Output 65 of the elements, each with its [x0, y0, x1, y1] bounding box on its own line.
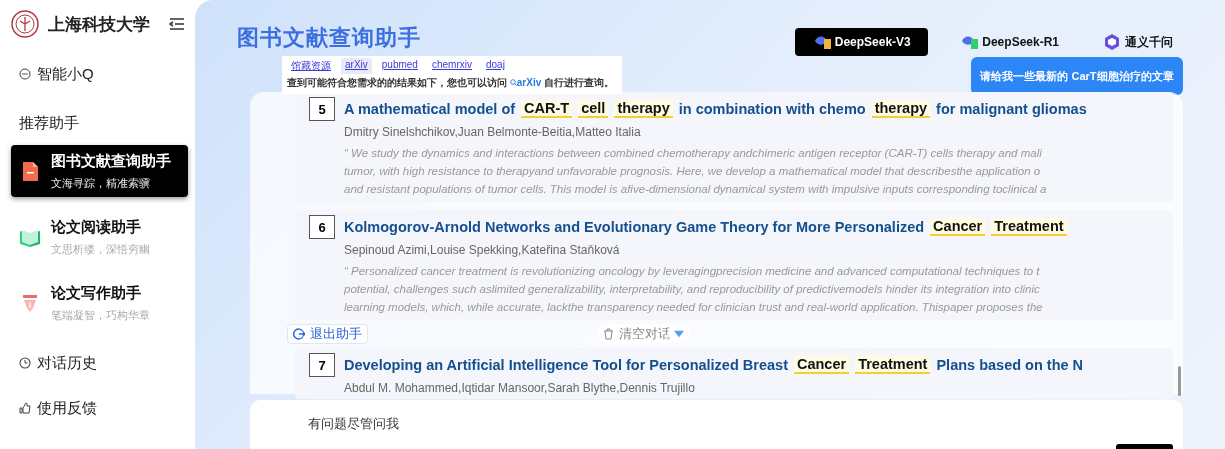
result-authors: Dmitry Sinelshchikov,Juan Belmonte-Beitia,Matteo Italia: [344, 125, 642, 139]
model-button[interactable]: 通义千问: [1091, 28, 1185, 56]
highlighted-keyword[interactable]: Cancer: [930, 217, 986, 236]
exit-icon: [293, 328, 305, 340]
source-tab[interactable]: chemrxiv: [427, 58, 476, 74]
scrollbar[interactable]: [1178, 366, 1181, 396]
exit-button[interactable]: 退出助手: [287, 324, 368, 344]
section-title: 推荐助手: [18, 114, 80, 133]
university-logo-icon: [11, 10, 39, 38]
highlighted-keyword[interactable]: Treatment: [991, 217, 1067, 236]
result-authors: Abdul M. Mohammed,Iqtidar Mansoor,Sarah Blythe,Dennis Trujillo: [344, 381, 696, 395]
history-link[interactable]: 对话历史: [11, 351, 195, 375]
abstract-line: “ We study the dynamics and interactions between combined chemotherapy andchimeric antigen receptor (CAR-T) cells therapy and mali: [344, 146, 1043, 161]
assistant-card[interactable]: 图书文献查询助手 文海寻踪，精准索骥: [11, 145, 188, 197]
abstract-line: potential, challenges such aslimited generalizability, interpretability, and reproducibility of predictivemodels hinder its integration into clinic: [344, 282, 1041, 297]
result-index: 6: [309, 215, 335, 239]
chat-input[interactable]: 有问题尽管问我: [308, 416, 408, 431]
thumbs-up-icon: [19, 402, 31, 414]
arxiv-link[interactable]: arXiv: [509, 77, 542, 88]
assistant-subtitle: 文思析缕，深悟穷幽: [51, 241, 150, 257]
abstract-line: and resistant populations of tumor cells. This model is afive-dimensional dynamical system with impulsive inputs corresponding toclinical a: [344, 182, 1048, 197]
highlighted-keyword[interactable]: Treatment: [855, 355, 931, 374]
prompt-bubble: 请给我一些最新的 CarT细胞治疗的文章: [971, 57, 1183, 95]
assistant-title: 论文写作助手: [51, 283, 142, 303]
chat-link[interactable]: 智能小Q: [11, 62, 195, 86]
triangle-down-icon: [674, 330, 684, 338]
feedback-link[interactable]: 使用反馈: [11, 396, 195, 420]
source-tab[interactable]: arXiv: [341, 58, 372, 74]
clock-icon: [19, 357, 31, 369]
abstract-line: “ Personalized cancer treatment is revolutionizing oncology by leveragingprecision medicine and advanced computational techniques to t: [344, 264, 1041, 279]
send-button[interactable]: [1116, 444, 1173, 449]
source-tab[interactable]: pubmed: [377, 58, 422, 74]
result-title-link[interactable]: A mathematical model of: [344, 100, 516, 117]
assistant-subtitle: 笔端凝智，巧构华章: [51, 307, 150, 323]
result-title-link[interactable]: in combination with chemo: [678, 100, 866, 117]
highlighted-keyword[interactable]: Cancer: [793, 355, 850, 374]
source-tab[interactable]: 馆藏资源: [287, 58, 335, 74]
result-index: 5: [309, 97, 335, 121]
result-title-link[interactable]: Developing an Artificial Intelligence Tool for Personalized Breast: [344, 356, 788, 373]
menu-icon[interactable]: [169, 17, 185, 31]
result-title-link[interactable]: for malignant gliomas: [936, 100, 1087, 117]
assistant-title: 论文阅读助手: [51, 217, 142, 237]
result-index: 7: [309, 353, 335, 377]
trash-icon: [603, 328, 614, 340]
assistant-title: 图书文献查询助手: [51, 151, 171, 171]
result-title-link[interactable]: Kolmogorov-Arnold Networks and Evolutionary Game Theory for More Personalized: [344, 218, 925, 235]
highlighted-keyword[interactable]: CAR-T: [521, 99, 573, 118]
model-button[interactable]: DeepSeek-V3: [795, 28, 929, 56]
abstract-line: tumor, with high resistance to therapyand unfavorable prognosis. Here, we develop a mathematical model that describesthe application o: [344, 164, 1042, 179]
brand-name: 上海科技大学: [48, 13, 150, 36]
abstract-line: learning models, which, while accurate, lackthe transparency needed for clinician trust and real-world application. Thispaper proposes the: [344, 300, 1044, 315]
scroll-down-button[interactable]: [668, 325, 690, 343]
result-message: 查到可能符合您需求的的结果如下，您也可以访问 arXiv 自行进行查询。: [287, 76, 616, 90]
highlighted-keyword[interactable]: cell: [578, 99, 609, 118]
assistant-subtitle: 文海寻踪，精准索骥: [51, 175, 151, 191]
highlighted-keyword[interactable]: therapy: [871, 99, 931, 118]
source-tab[interactable]: doaj: [481, 58, 509, 74]
model-button[interactable]: DeepSeek-R1: [948, 28, 1071, 56]
result-title-link[interactable]: Plans based on the N: [936, 356, 1084, 373]
assistant-card[interactable]: 论文阅读助手 文思析缕，深悟穷幽: [11, 211, 188, 263]
assistant-card[interactable]: 论文写作助手 笔端凝智，巧构华章: [11, 277, 188, 329]
search-icon: [509, 79, 517, 86]
highlighted-keyword[interactable]: therapy: [614, 99, 673, 118]
page-title: 图书文献查询助手: [237, 24, 421, 52]
result-authors: Sepinoud Azimi,Louise Spekking,Kateřina Staňková: [344, 243, 621, 257]
